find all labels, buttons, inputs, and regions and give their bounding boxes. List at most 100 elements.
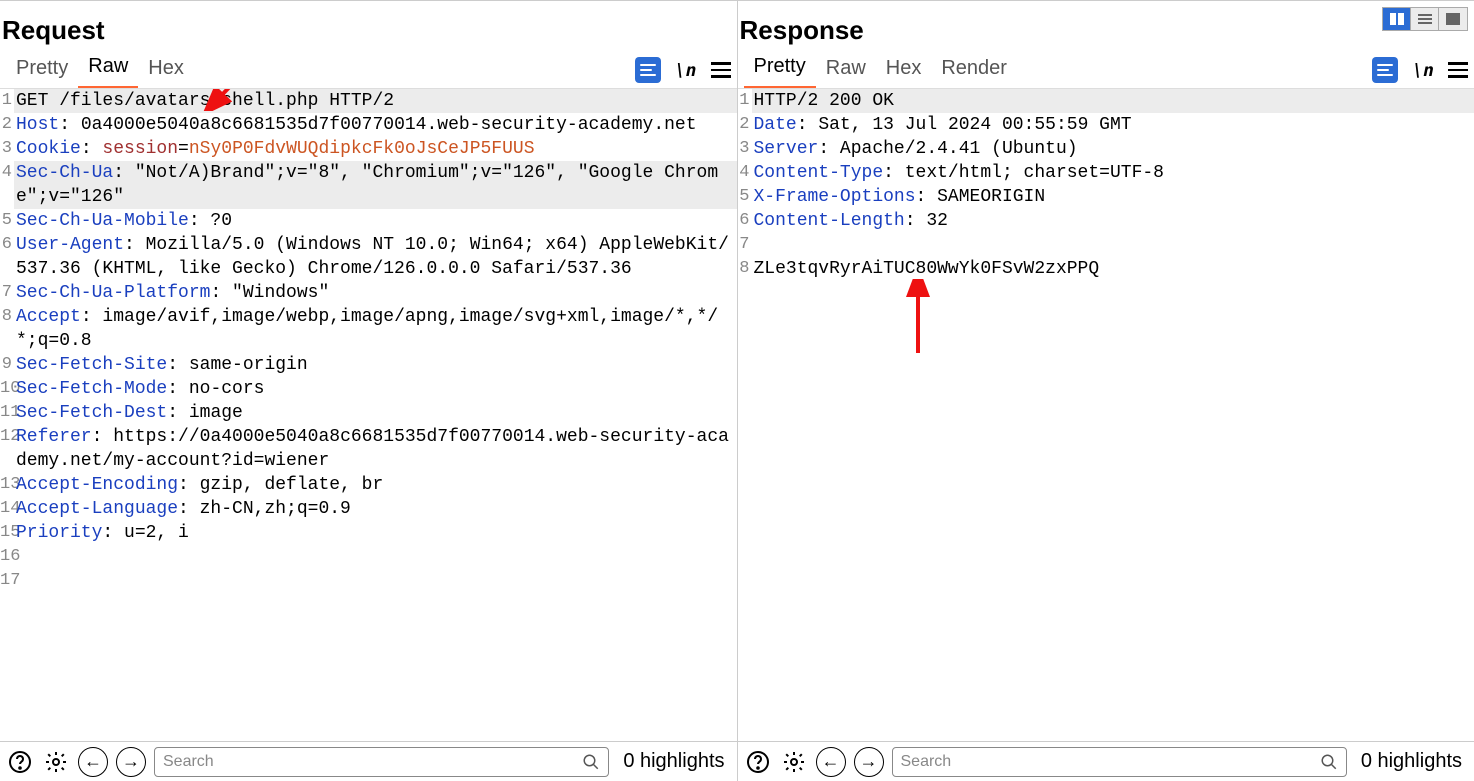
line-number: 9 <box>0 353 14 377</box>
line-number: 8 <box>0 305 14 329</box>
line-content[interactable]: Priority: u=2, i <box>14 521 737 545</box>
line-content[interactable]: Sec-Ch-Ua-Mobile: ?0 <box>14 209 737 233</box>
line-number: 16 <box>0 545 14 569</box>
line-content[interactable]: Server: Apache/2.4.41 (Ubuntu) <box>752 137 1474 161</box>
split-container: Request PrettyRawHex \n 1GET /files/avat… <box>0 0 1474 781</box>
line-number: 1 <box>738 89 752 113</box>
help-icon[interactable] <box>744 748 772 776</box>
line-content[interactable]: Content-Length: 32 <box>752 209 1474 233</box>
prev-match-button[interactable]: ← <box>816 747 846 777</box>
line-content[interactable]: Sec-Ch-Ua-Platform: "Windows" <box>14 281 737 305</box>
tab-render[interactable]: Render <box>931 53 1017 88</box>
request-tab-tools: \n <box>635 52 731 88</box>
request-title: Request <box>0 1 737 52</box>
hamburger-menu-icon[interactable] <box>711 62 731 78</box>
wrap-toggle-icon[interactable] <box>1372 57 1398 83</box>
tab-pretty[interactable]: Pretty <box>744 51 816 89</box>
editor-line[interactable]: 7 <box>738 233 1474 257</box>
line-content[interactable]: GET /files/avatars/shell.php HTTP/2 <box>14 89 737 113</box>
editor-line[interactable]: 8Accept: image/avif,image/webp,image/apn… <box>0 305 737 353</box>
editor-line[interactable]: 8ZLe3tqvRyrAiTUC80WwYk0FSvW2zxPPQ <box>738 257 1474 281</box>
line-content[interactable]: ZLe3tqvRyrAiTUC80WwYk0FSvW2zxPPQ <box>752 257 1474 281</box>
help-icon[interactable] <box>6 748 34 776</box>
editor-line[interactable]: 10Sec-Fetch-Mode: no-cors <box>0 377 737 401</box>
line-number: 8 <box>738 257 752 281</box>
gear-icon[interactable] <box>42 748 70 776</box>
line-number: 15 <box>0 521 14 545</box>
line-number: 13 <box>0 473 14 497</box>
gear-icon[interactable] <box>780 748 808 776</box>
request-editor[interactable]: 1GET /files/avatars/shell.php HTTP/22Hos… <box>0 88 737 741</box>
line-number: 12 <box>0 425 14 449</box>
editor-line[interactable]: 3Server: Apache/2.4.41 (Ubuntu) <box>738 137 1474 161</box>
request-panel: Request PrettyRawHex \n 1GET /files/avat… <box>0 1 738 781</box>
editor-line[interactable]: 16 <box>0 545 737 569</box>
wrap-toggle-icon[interactable] <box>635 57 661 83</box>
editor-line[interactable]: 2Date: Sat, 13 Jul 2024 00:55:59 GMT <box>738 113 1474 137</box>
line-content[interactable]: Host: 0a4000e5040a8c6681535d7f00770014.w… <box>14 113 737 137</box>
editor-line[interactable]: 9Sec-Fetch-Site: same-origin <box>0 353 737 377</box>
editor-line[interactable]: 7Sec-Ch-Ua-Platform: "Windows" <box>0 281 737 305</box>
line-content[interactable]: User-Agent: Mozilla/5.0 (Windows NT 10.0… <box>14 233 737 281</box>
editor-line[interactable]: 6User-Agent: Mozilla/5.0 (Windows NT 10.… <box>0 233 737 281</box>
line-content[interactable]: HTTP/2 200 OK <box>752 89 1474 113</box>
request-footer: ← → 0 highlights <box>0 741 737 781</box>
tab-pretty[interactable]: Pretty <box>6 53 78 88</box>
editor-line[interactable]: 17 <box>0 569 737 593</box>
line-content[interactable]: Accept: image/avif,image/webp,image/apng… <box>14 305 737 353</box>
tab-hex[interactable]: Hex <box>876 53 932 88</box>
next-match-button[interactable]: → <box>116 747 146 777</box>
line-content[interactable]: Referer: https://0a4000e5040a8c6681535d7… <box>14 425 737 473</box>
line-number: 17 <box>0 569 14 593</box>
layout-columns-button[interactable] <box>1383 8 1411 30</box>
line-content[interactable]: Sec-Ch-Ua: "Not/A)Brand";v="8", "Chromiu… <box>14 161 737 209</box>
line-number: 11 <box>0 401 14 425</box>
editor-line[interactable]: 1HTTP/2 200 OK <box>738 89 1474 113</box>
line-content[interactable]: Sec-Fetch-Site: same-origin <box>14 353 737 377</box>
hamburger-menu-icon[interactable] <box>1448 62 1468 78</box>
editor-line[interactable]: 5Sec-Ch-Ua-Mobile: ?0 <box>0 209 737 233</box>
newline-toggle-icon[interactable]: \n <box>675 60 697 81</box>
line-content[interactable]: Content-Type: text/html; charset=UTF-8 <box>752 161 1474 185</box>
line-number: 4 <box>738 161 752 185</box>
response-search-input[interactable] <box>901 753 1320 771</box>
request-search-input[interactable] <box>163 753 582 771</box>
line-number: 5 <box>0 209 14 233</box>
editor-line[interactable]: 3Cookie: session=nSy0P0FdvWUQdipkcFk0oJs… <box>0 137 737 161</box>
tab-raw[interactable]: Raw <box>78 51 138 89</box>
editor-line[interactable]: 13Accept-Encoding: gzip, deflate, br <box>0 473 737 497</box>
line-content[interactable]: Date: Sat, 13 Jul 2024 00:55:59 GMT <box>752 113 1474 137</box>
editor-line[interactable]: 12Referer: https://0a4000e5040a8c6681535… <box>0 425 737 473</box>
layout-rows-button[interactable] <box>1411 8 1439 30</box>
tab-hex[interactable]: Hex <box>138 53 194 88</box>
tab-raw[interactable]: Raw <box>816 53 876 88</box>
response-highlight-count: 0 highlights <box>1355 750 1468 773</box>
line-number: 4 <box>0 161 14 185</box>
editor-line[interactable]: 5X-Frame-Options: SAMEORIGIN <box>738 185 1474 209</box>
line-content[interactable]: Sec-Fetch-Mode: no-cors <box>14 377 737 401</box>
newline-toggle-icon[interactable]: \n <box>1412 60 1434 81</box>
prev-match-button[interactable]: ← <box>78 747 108 777</box>
editor-line[interactable]: 4Sec-Ch-Ua: "Not/A)Brand";v="8", "Chromi… <box>0 161 737 209</box>
line-number: 3 <box>0 137 14 161</box>
editor-line[interactable]: 14Accept-Language: zh-CN,zh;q=0.9 <box>0 497 737 521</box>
line-content[interactable]: Cookie: session=nSy0P0FdvWUQdipkcFk0oJsC… <box>14 137 737 161</box>
response-title: Response <box>738 1 1474 52</box>
response-search-box[interactable] <box>892 747 1347 777</box>
line-number: 6 <box>0 233 14 257</box>
editor-line[interactable]: 4Content-Type: text/html; charset=UTF-8 <box>738 161 1474 185</box>
next-match-button[interactable]: → <box>854 747 884 777</box>
editor-line[interactable]: 15Priority: u=2, i <box>0 521 737 545</box>
line-content[interactable]: X-Frame-Options: SAMEORIGIN <box>752 185 1474 209</box>
response-footer: ← → 0 highlights <box>738 741 1474 781</box>
line-content[interactable]: Accept-Encoding: gzip, deflate, br <box>14 473 737 497</box>
line-content[interactable]: Sec-Fetch-Dest: image <box>14 401 737 425</box>
editor-line[interactable]: 1GET /files/avatars/shell.php HTTP/2 <box>0 89 737 113</box>
request-search-box[interactable] <box>154 747 609 777</box>
editor-line[interactable]: 6Content-Length: 32 <box>738 209 1474 233</box>
line-content[interactable]: Accept-Language: zh-CN,zh;q=0.9 <box>14 497 737 521</box>
editor-line[interactable]: 11Sec-Fetch-Dest: image <box>0 401 737 425</box>
editor-line[interactable]: 2Host: 0a4000e5040a8c6681535d7f00770014.… <box>0 113 737 137</box>
layout-single-button[interactable] <box>1439 8 1467 30</box>
response-editor[interactable]: 1HTTP/2 200 OK2Date: Sat, 13 Jul 2024 00… <box>738 88 1474 741</box>
